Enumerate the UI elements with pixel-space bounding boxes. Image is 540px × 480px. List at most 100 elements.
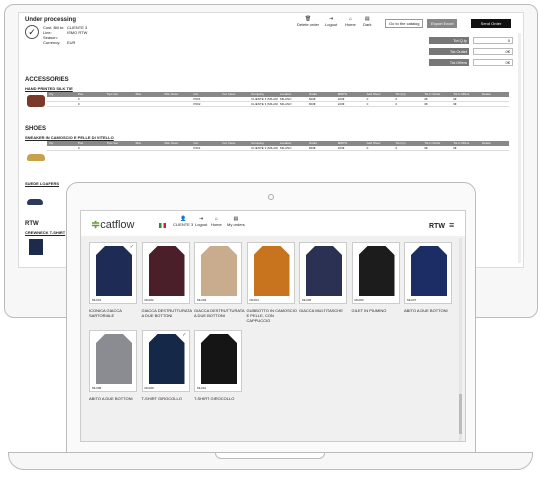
product-card[interactable]: ML002	[141, 242, 190, 304]
table-cell: 600€	[308, 146, 316, 150]
field-value: ISMO RTW	[67, 30, 88, 35]
product-image	[201, 246, 237, 296]
product-name: GIACCA MULTITASCHE	[299, 308, 343, 313]
product-code: ML004	[249, 298, 259, 302]
table-cell: 0€	[453, 102, 457, 106]
table-cell: 0	[395, 102, 398, 106]
checkmark-icon: ✓	[182, 332, 187, 338]
table-cell	[163, 97, 192, 101]
product-image	[96, 246, 132, 296]
table-cell	[220, 97, 249, 101]
total-row: Tot.Outlet 0€	[429, 48, 513, 55]
tie-thumbnail	[27, 95, 45, 107]
product-code: ML008	[92, 386, 102, 390]
total-value: 0	[473, 37, 513, 44]
table-cell	[220, 102, 249, 106]
product-card[interactable]: ML010	[194, 330, 242, 392]
table-row: 0 P002 CLIENTE 3 (MILANO) MILANO 600€ 220€ 0 0 0…	[47, 102, 509, 107]
scroll-thumb[interactable]	[459, 394, 462, 434]
delete-order-button[interactable]: 🗑 Delete order	[297, 17, 319, 28]
product-name: GILET IN PIUMINO	[351, 308, 387, 313]
product-card[interactable]: ML007	[404, 242, 452, 304]
table-cell: 0	[77, 102, 80, 106]
table-cell: P001	[193, 97, 201, 101]
table-cell: 220€	[337, 97, 345, 101]
laptop-notch	[215, 453, 325, 459]
dark-button[interactable]: ▤ Dark	[363, 17, 371, 28]
table-cell	[105, 102, 134, 106]
menu-icon[interactable]: ≡	[449, 221, 454, 230]
product-name: GIACCA DESTRUTTURATA A DUE BOTTONI	[141, 308, 192, 318]
item-title: CREWNECK T-SHIRT	[25, 230, 66, 235]
product-image	[253, 246, 290, 296]
table-cell: CLIENTE 3 (MILANO)	[251, 97, 278, 101]
camera-icon	[268, 194, 274, 200]
product-code: ML009	[144, 386, 154, 390]
product-card[interactable]: ML009 ✓	[141, 330, 190, 392]
product-code: ML001	[92, 298, 102, 302]
table-cell: 0€	[424, 146, 428, 150]
table-cell: 600€	[308, 102, 316, 106]
home-button[interactable]: ⌂ Home	[211, 217, 222, 228]
scrollbar[interactable]	[518, 33, 521, 263]
table-row: 0 P001 CLIENTE 3 (MILANO) MILANO 600€ 220€ 0 0 0…	[47, 146, 509, 151]
table-cell: CLIENTE 3 (MILANO)	[251, 146, 278, 150]
product-name: T-SHIRT GIROCOLLO	[194, 396, 235, 401]
catalog-button[interactable]: Go to the catalog	[385, 19, 424, 28]
table-cell: 0€	[453, 146, 457, 150]
product-code: ML006	[354, 298, 364, 302]
product-card[interactable]: ML003	[194, 242, 242, 304]
product-card[interactable]: ML005	[299, 242, 347, 304]
product-code: ML007	[407, 298, 417, 302]
line-label: RTW	[429, 223, 445, 230]
orders-button[interactable]: ▤ My orders	[227, 217, 245, 228]
table-cell	[480, 102, 509, 106]
table-cell: 0€	[424, 102, 428, 106]
scrollbar[interactable]	[459, 238, 462, 441]
product-name: ABITO A DUE BOTTONI	[404, 308, 448, 313]
total-label: Tot.Outlet	[429, 48, 469, 55]
send-order-button[interactable]: Send Order	[471, 19, 511, 28]
table-cell	[47, 102, 76, 106]
table-cell	[134, 102, 163, 106]
product-image	[306, 246, 342, 296]
logout-button[interactable]: ⇥ Logout	[195, 217, 207, 228]
total-row: Tot.Q.ty 0	[429, 37, 513, 44]
table-cell: P002	[193, 102, 201, 106]
product-card[interactable]: ML006	[351, 242, 400, 304]
field-row: Currency: EUR	[43, 40, 87, 45]
table-cell	[47, 146, 76, 150]
logo-icon: ≑	[91, 219, 101, 231]
product-code: ML010	[197, 386, 207, 390]
home-button[interactable]: ⌂ Home	[345, 17, 356, 28]
total-label: Tot.Offers	[429, 59, 469, 66]
table-cell: 0€	[453, 97, 457, 101]
accessories-table: Vty Pos. Tipo Var. Mat. Mat. Desc. Col. Col. D…	[47, 92, 509, 107]
table-cell: 600€	[308, 97, 316, 101]
logout-button[interactable]: ⇥ Logout	[325, 17, 337, 28]
table-cell: 0	[366, 102, 369, 106]
loafer-thumbnail	[27, 199, 43, 205]
product-grid: ML001 ✓ ICONICA GIACCA SARTORIALE ML002 GIAC…	[81, 236, 465, 441]
product-code: ML005	[302, 298, 312, 302]
table-cell: 0	[77, 146, 80, 150]
total-row: Tot.Offers 0€	[429, 59, 513, 66]
product-name: ABITO A DUE BOTTONI	[89, 396, 133, 401]
user-button[interactable]: 👤 CLIENTE 3	[173, 217, 193, 228]
product-name: ICONICA GIACCA SARTORIALE	[89, 308, 122, 318]
total-label: Tot.Q.ty	[429, 37, 469, 44]
product-code: ML003	[197, 298, 207, 302]
check-icon: ✓	[25, 25, 39, 39]
product-card[interactable]: ML001 ✓	[89, 242, 137, 304]
product-image	[148, 334, 185, 384]
table-cell	[163, 146, 192, 150]
product-image	[96, 334, 132, 384]
export-excel-button[interactable]: Export Excel	[427, 19, 458, 28]
table-cell	[105, 146, 134, 150]
totals: Tot.Q.ty 0 Tot.Outlet 0€ Tot.Offers 0€	[429, 37, 513, 66]
product-card[interactable]: ML008	[89, 330, 137, 392]
table-cell: MILANO	[280, 146, 292, 150]
product-card[interactable]: ML004	[246, 242, 295, 304]
table-cell: 0	[366, 146, 369, 150]
logo: ≑catflow	[91, 219, 135, 231]
